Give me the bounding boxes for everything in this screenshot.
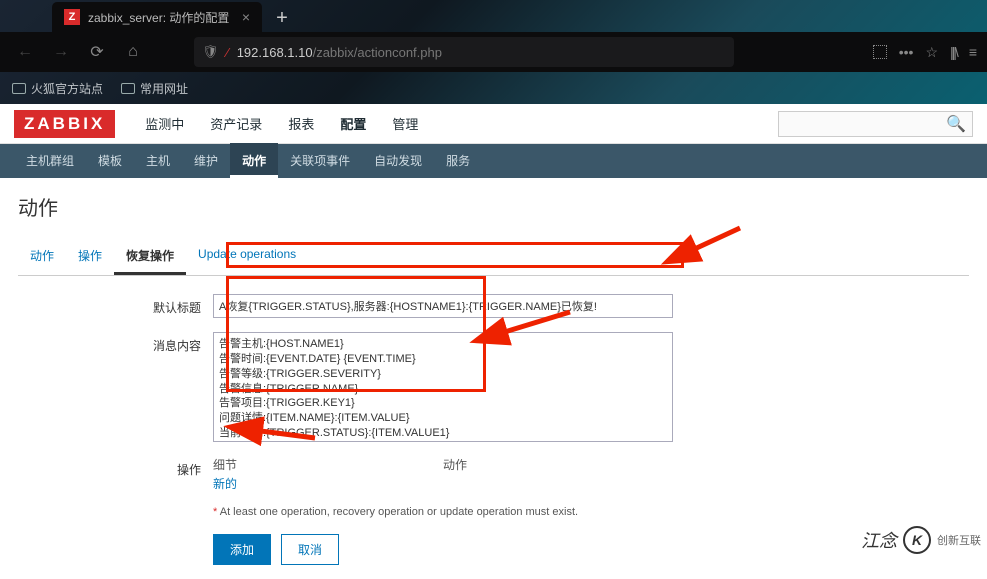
watermark-logo-icon: K xyxy=(903,526,931,554)
search-icon: 🔍 xyxy=(946,114,966,134)
sub-actions[interactable]: 动作 xyxy=(230,143,278,178)
bookmark-star-icon[interactable]: ☆ xyxy=(925,44,938,61)
watermark: 江念 K 创新互联 xyxy=(861,526,981,554)
sub-menu: 主机群组 模板 主机 维护 动作 关联项事件 自动发现 服务 xyxy=(0,144,987,178)
tab-update[interactable]: Update operations xyxy=(186,239,308,275)
button-row: 添加 取消 xyxy=(213,534,969,565)
url-bar[interactable]: 🛡 ⁄ 192.168.1.10/zabbix/actionconf.php xyxy=(194,37,734,67)
browser-tab[interactable]: Z zabbix_server: 动作的配置 × xyxy=(52,2,262,32)
library-icon[interactable]: |||\ xyxy=(950,44,957,60)
back-button[interactable]: ← xyxy=(10,37,40,67)
insecure-icon: ⁄ xyxy=(227,45,229,60)
folder-icon xyxy=(12,83,26,94)
url-text: 192.168.1.10/zabbix/actionconf.php xyxy=(237,45,442,60)
menu-monitoring[interactable]: 监测中 xyxy=(133,104,196,143)
sub-hostgroups[interactable]: 主机群组 xyxy=(14,143,86,178)
reader-icon[interactable] xyxy=(873,45,887,59)
tab-title: zabbix_server: 动作的配置 xyxy=(88,9,234,26)
menu-reports[interactable]: 报表 xyxy=(276,104,326,143)
folder-icon xyxy=(121,83,135,94)
input-subject[interactable] xyxy=(213,294,673,318)
ops-header: 细节 动作 xyxy=(213,456,673,473)
menu-administration[interactable]: 管理 xyxy=(380,104,430,143)
cancel-button[interactable]: 取消 xyxy=(281,534,339,565)
toolbar-right: ••• ☆ |||\ ≡ xyxy=(873,44,977,61)
row-message: 消息内容 告警主机:{HOST.NAME1} 告警时间:{EVENT.DATE}… xyxy=(18,332,969,442)
sub-correlation[interactable]: 关联项事件 xyxy=(278,143,362,178)
search-input[interactable]: 🔍 xyxy=(778,111,973,137)
sub-maintenance[interactable]: 维护 xyxy=(182,143,230,178)
zabbix-logo[interactable]: ZABBIX xyxy=(14,110,115,138)
favicon: Z xyxy=(64,9,80,25)
shield-icon: 🛡 xyxy=(202,44,219,60)
menu-inventory[interactable]: 资产记录 xyxy=(198,104,274,143)
reload-button[interactable]: ⟳ xyxy=(82,37,112,67)
zabbix-header: ZABBIX 监测中 资产记录 报表 配置 管理 🔍 xyxy=(0,104,987,144)
new-tab-button[interactable]: + xyxy=(268,4,296,32)
home-button[interactable]: ⌂ xyxy=(118,37,148,67)
form-tabs: 动作 操作 恢复操作 Update operations xyxy=(18,239,969,276)
tab-action[interactable]: 动作 xyxy=(18,239,66,275)
tab-recovery[interactable]: 恢复操作 xyxy=(114,239,186,275)
tab-strip: Z zabbix_server: 动作的配置 × + xyxy=(0,0,987,32)
ops-col-action: 动作 xyxy=(443,456,467,473)
hamburger-menu-icon[interactable]: ≡ xyxy=(969,44,977,60)
label-message: 消息内容 xyxy=(18,332,213,354)
bookmark-item[interactable]: 常用网址 xyxy=(121,80,188,97)
warning-text: * At least one operation, recovery opera… xyxy=(213,506,969,518)
tab-operations[interactable]: 操作 xyxy=(66,239,114,275)
bookmark-item[interactable]: 火狐官方站点 xyxy=(12,80,103,97)
top-menu: 监测中 资产记录 报表 配置 管理 xyxy=(133,104,430,143)
label-subject: 默认标题 xyxy=(18,294,213,316)
browser-chrome: Z zabbix_server: 动作的配置 × + ← → ⟳ ⌂ 🛡 ⁄ 1… xyxy=(0,0,987,104)
forward-button[interactable]: → xyxy=(46,37,76,67)
sub-discovery[interactable]: 自动发现 xyxy=(362,143,434,178)
textarea-message[interactable]: 告警主机:{HOST.NAME1} 告警时间:{EVENT.DATE} {EVE… xyxy=(213,332,673,442)
ops-col-detail: 细节 xyxy=(213,456,443,473)
bookmarks-bar: 火狐官方站点 常用网址 xyxy=(0,72,987,104)
sub-hosts[interactable]: 主机 xyxy=(134,143,182,178)
ops-new-link[interactable]: 新的 xyxy=(213,475,673,492)
row-subject: 默认标题 xyxy=(18,294,969,318)
page-content: 动作 动作 操作 恢复操作 Update operations 默认标题 消息内… xyxy=(0,178,987,579)
add-button[interactable]: 添加 xyxy=(213,534,271,565)
address-bar-row: ← → ⟳ ⌂ 🛡 ⁄ 192.168.1.10/zabbix/actionco… xyxy=(0,32,987,72)
label-operations: 操作 xyxy=(18,456,213,478)
sub-services[interactable]: 服务 xyxy=(434,143,482,178)
page-title: 动作 xyxy=(18,192,969,221)
overflow-menu-icon[interactable]: ••• xyxy=(899,44,914,60)
menu-configuration[interactable]: 配置 xyxy=(328,104,378,143)
close-tab-icon[interactable]: × xyxy=(242,9,250,25)
sub-templates[interactable]: 模板 xyxy=(86,143,134,178)
row-operations: 操作 细节 动作 新的 xyxy=(18,456,969,492)
